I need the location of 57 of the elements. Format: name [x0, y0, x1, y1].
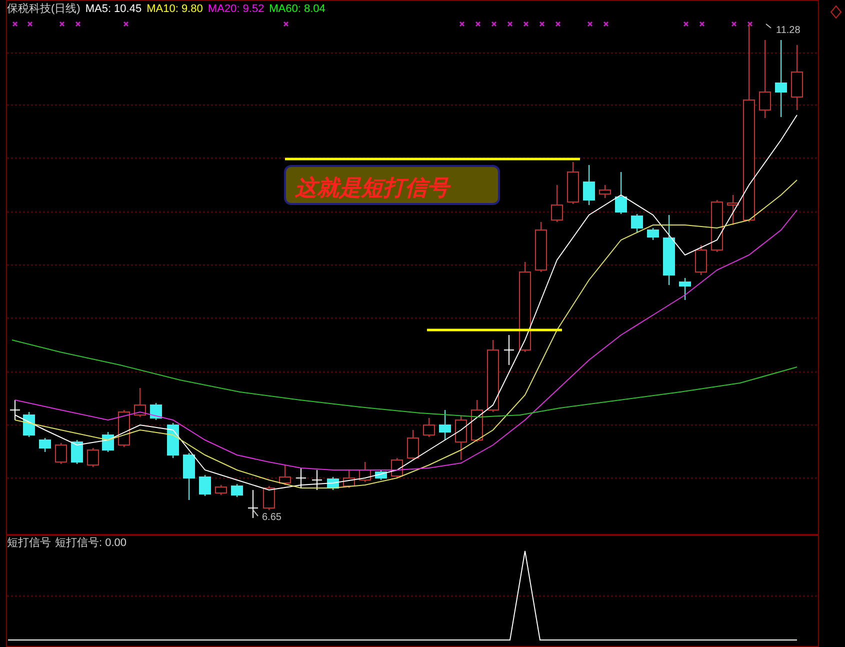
candlestick	[296, 468, 306, 488]
leader-line	[252, 510, 258, 516]
price-label: 11.28	[776, 25, 800, 36]
diamond-icon	[830, 5, 842, 19]
candlestick	[663, 214, 675, 286]
candlestick	[407, 430, 419, 460]
candlestick	[215, 484, 227, 496]
callout-text: 这就是短打信号	[295, 176, 449, 201]
candlestick	[263, 486, 275, 510]
indicator-reading: MA60: 8.04	[269, 3, 326, 16]
candlestick	[375, 470, 387, 480]
candlestick	[615, 172, 627, 214]
leader-line	[766, 24, 772, 28]
candlestick	[248, 490, 258, 518]
candlestick	[134, 388, 146, 418]
candlestick	[39, 438, 51, 452]
candlestick	[343, 470, 355, 488]
sub-chart-title: 短打信号	[7, 537, 51, 550]
candlestick	[423, 418, 435, 438]
candlestick	[647, 228, 659, 240]
indicator-reading: MA10: 9.80	[146, 3, 203, 16]
candlestick	[87, 448, 99, 468]
candlestick	[23, 412, 35, 438]
sub-chart-reading: 短打信号: 0.00	[55, 537, 127, 550]
candlestick	[359, 462, 371, 482]
candlestick	[567, 162, 579, 204]
stock-title: 保税科技(日线)	[7, 3, 80, 16]
candlestick	[118, 410, 130, 448]
candlestick	[711, 200, 723, 252]
candlestick	[183, 452, 195, 500]
candlestick	[102, 432, 114, 452]
candlestick	[55, 442, 67, 464]
candlestick	[695, 244, 707, 276]
candlestick	[167, 422, 179, 458]
candlestick	[71, 440, 83, 464]
candlestick	[504, 334, 514, 366]
candlestick	[631, 214, 643, 232]
candlestick	[791, 44, 803, 110]
indicator-reading: MA5: 10.45	[85, 3, 142, 16]
candlestick	[439, 410, 451, 440]
candlestick	[471, 400, 483, 442]
candlestick	[231, 484, 243, 498]
candlestick	[150, 402, 162, 420]
price-label: 6.65	[262, 512, 282, 523]
candlestick	[535, 222, 547, 272]
candlestick	[455, 416, 467, 460]
candlestick	[599, 184, 611, 198]
candlestick	[312, 470, 322, 490]
candlestick	[551, 184, 563, 222]
candlestick	[391, 458, 403, 478]
candlestick	[279, 464, 291, 486]
candlestick	[10, 400, 20, 420]
candlestick	[679, 278, 691, 300]
candlestick	[199, 474, 211, 496]
candlestick	[583, 164, 595, 206]
indicator-reading: MA20: 9.52	[208, 3, 264, 16]
candlestick	[727, 194, 739, 226]
